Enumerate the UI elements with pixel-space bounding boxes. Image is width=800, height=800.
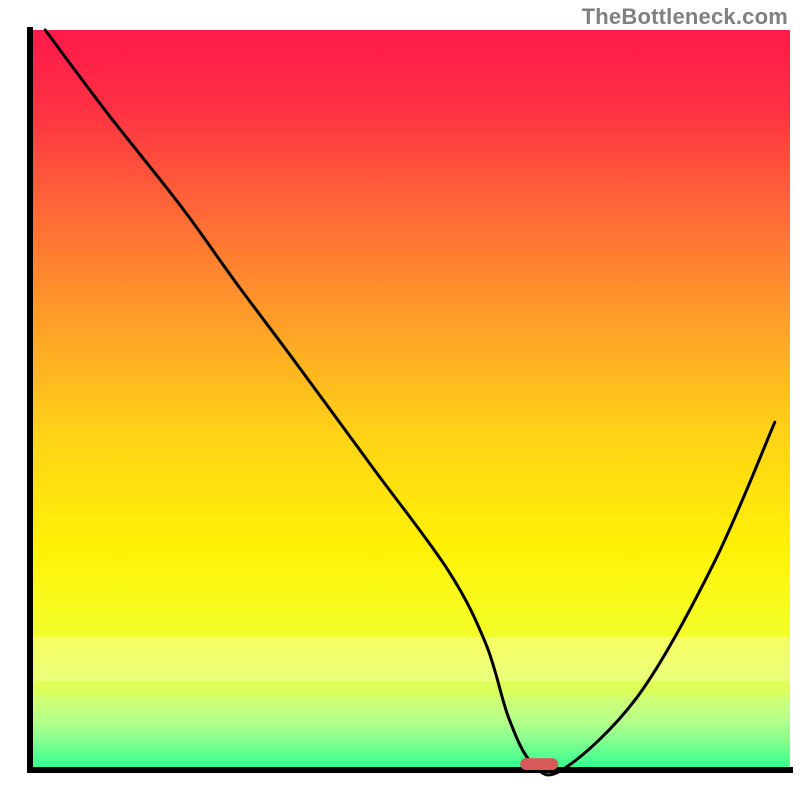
bottleneck-chart — [0, 0, 800, 800]
watermark-text: TheBottleneck.com — [582, 4, 788, 30]
band — [30, 637, 790, 681]
optimum-marker — [520, 758, 558, 770]
band — [30, 696, 790, 726]
chart-container: TheBottleneck.com — [0, 0, 800, 800]
